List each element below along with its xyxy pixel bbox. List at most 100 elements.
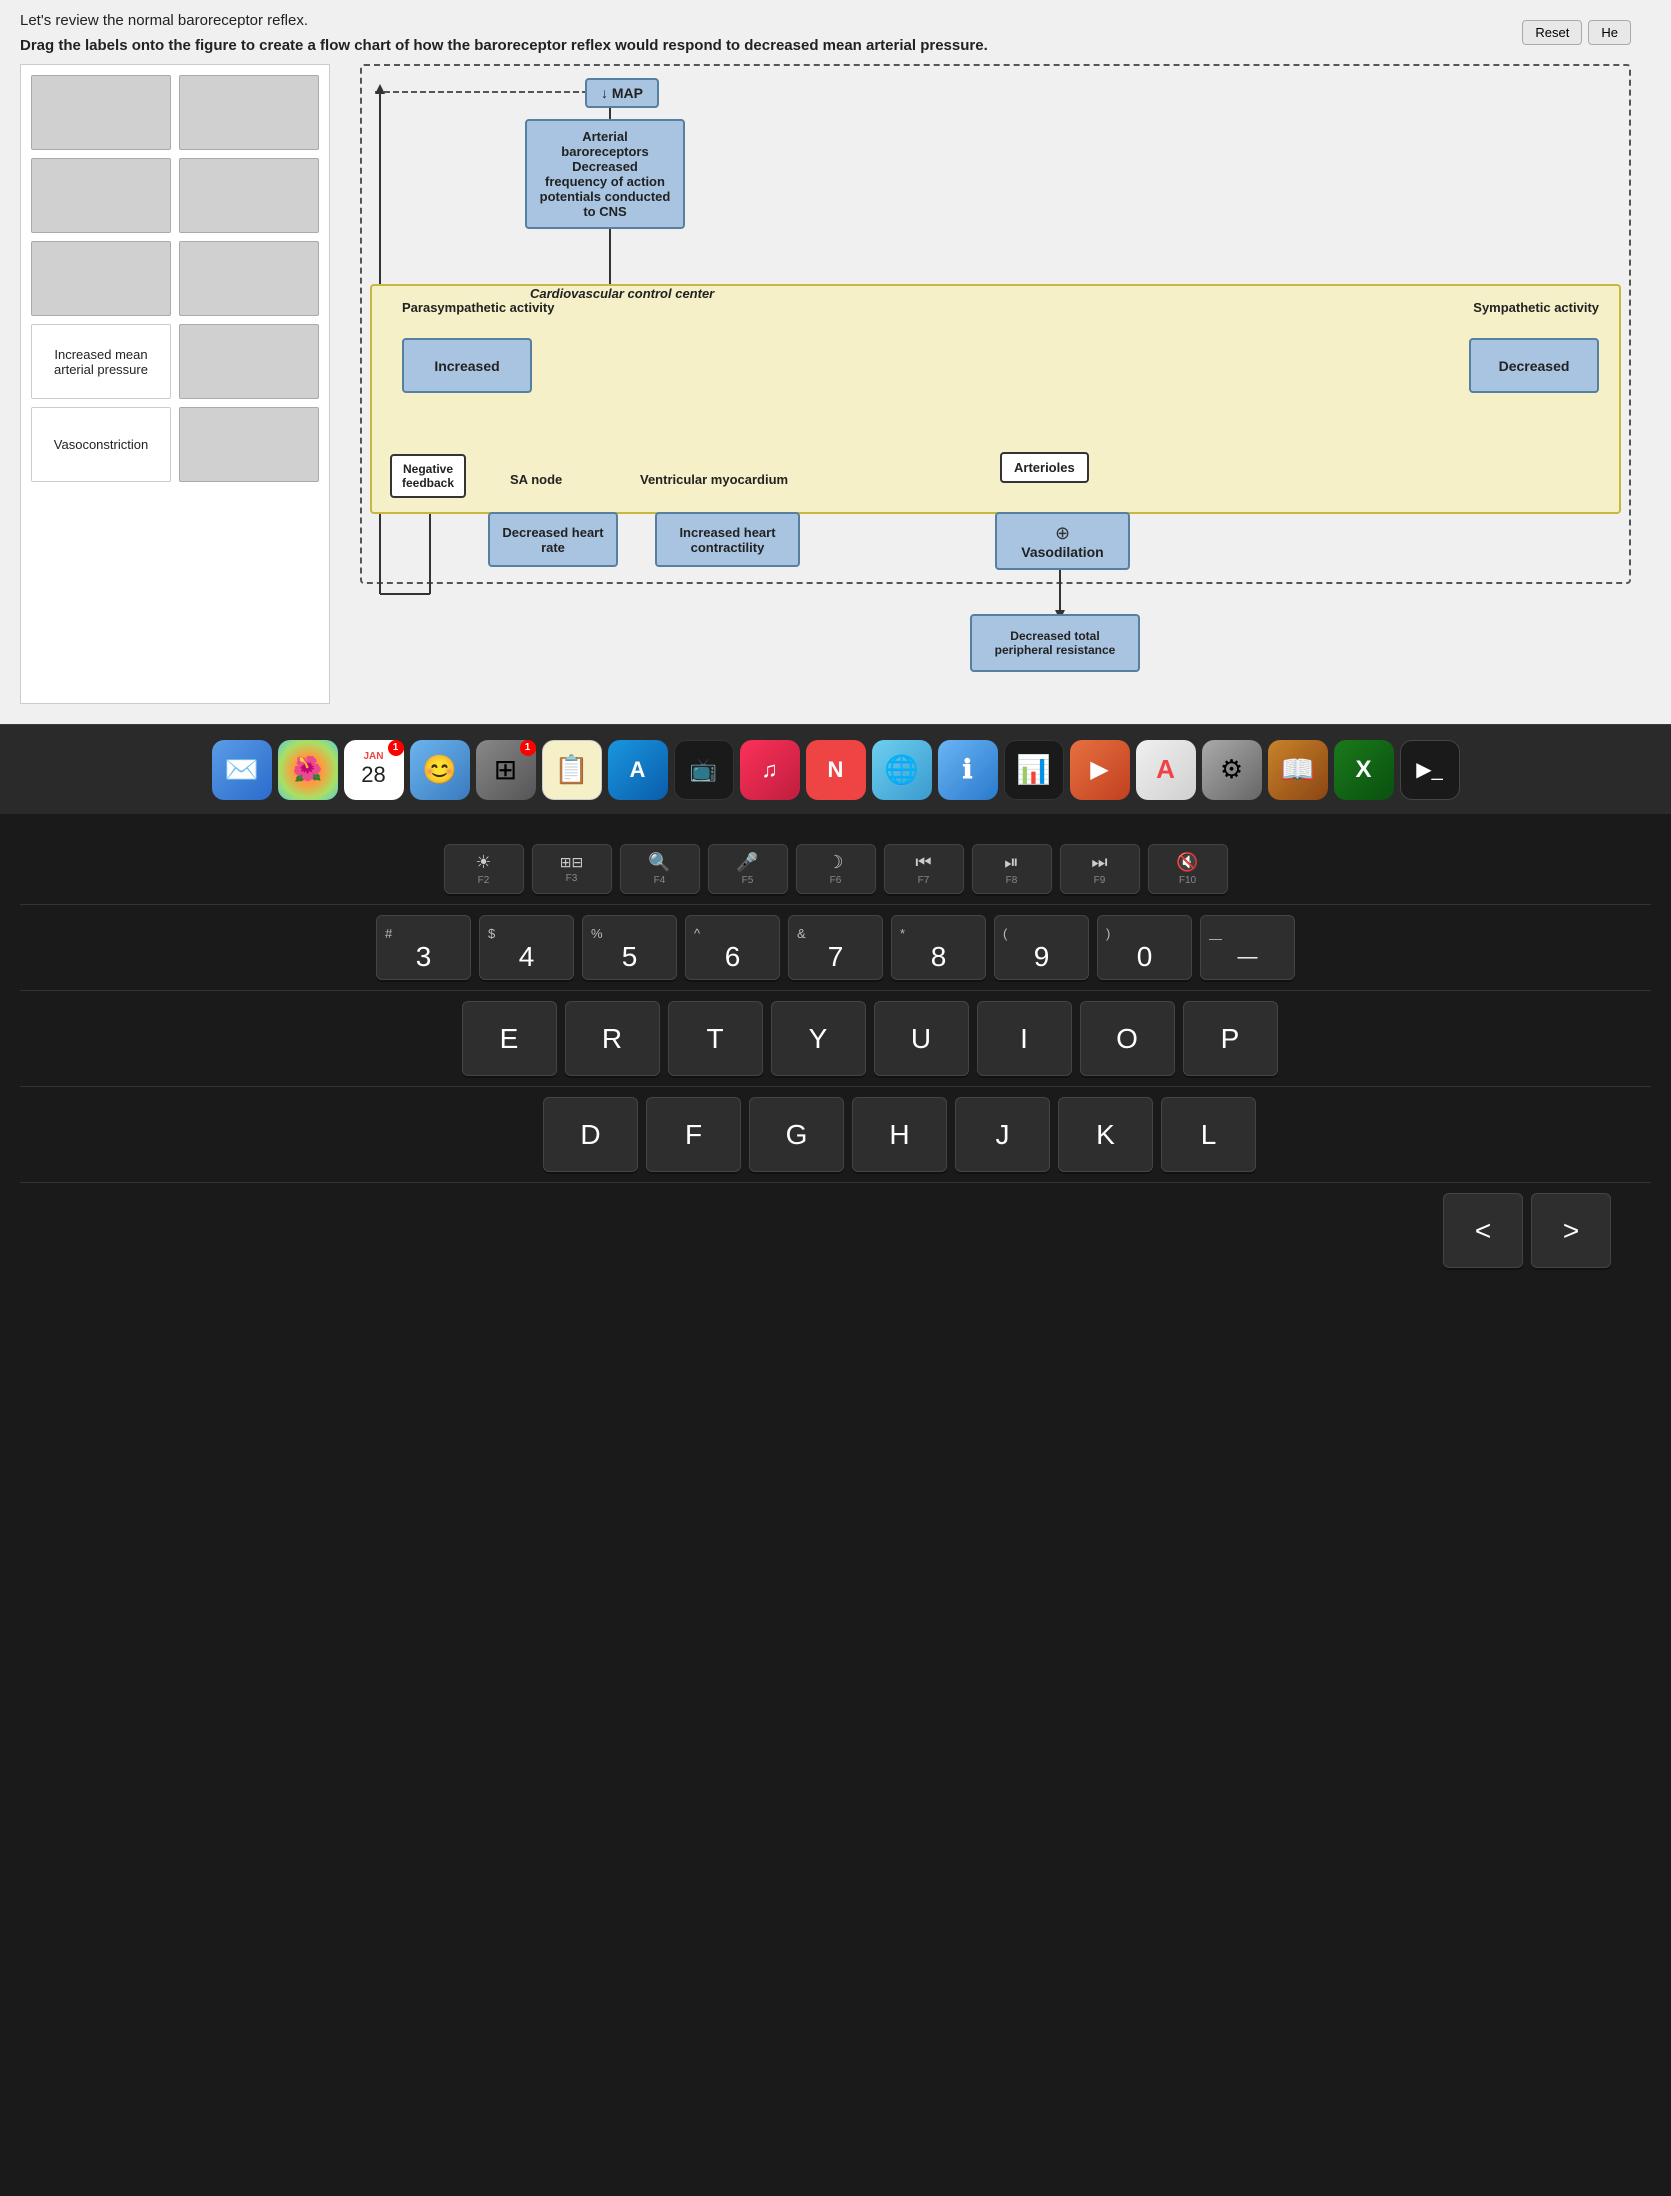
key-4[interactable]: $ 4	[479, 915, 574, 980]
dock-appstore[interactable]: A	[608, 740, 668, 800]
row2-spacer	[415, 1097, 535, 1172]
symp-decreased-box[interactable]: Decreased	[1469, 338, 1599, 393]
key-d[interactable]: D	[543, 1097, 638, 1172]
dec-tpr-text: Decreased total peripheral resistance	[995, 629, 1116, 657]
dock-finder[interactable]: 😊	[410, 740, 470, 800]
t-label: T	[706, 1023, 723, 1055]
key-5[interactable]: % 5	[582, 915, 677, 980]
label-cell-empty-10[interactable]	[179, 407, 319, 482]
dock-keynote[interactable]: ▶	[1070, 740, 1130, 800]
para-increased-box[interactable]: Increased	[402, 338, 532, 393]
key-o[interactable]: O	[1080, 1001, 1175, 1076]
label-cell-empty-6[interactable]	[179, 241, 319, 316]
f4-label: F4	[654, 875, 666, 886]
help-button[interactable]: He	[1588, 20, 1631, 45]
vasodilation-box[interactable]: ⊕ Vasodilation	[995, 512, 1130, 570]
label-cell-empty-2[interactable]	[179, 75, 319, 150]
dock-excel[interactable]: X	[1334, 740, 1394, 800]
dock-music[interactable]: ♫	[740, 740, 800, 800]
sympathetic-activity-label: Sympathetic activity	[1473, 300, 1599, 315]
row1-spacer	[394, 1001, 454, 1076]
keynote-icon: ▶	[1090, 755, 1108, 784]
dock-stocks[interactable]: 📊	[1004, 740, 1064, 800]
neg-feedback-text: Negative feedback	[402, 462, 454, 490]
key-f8[interactable]: ⏯ F8	[972, 844, 1052, 894]
key-p[interactable]: P	[1183, 1001, 1278, 1076]
dock-info[interactable]: ℹ	[938, 740, 998, 800]
inc-contract-box[interactable]: Increased heart contractility	[655, 512, 800, 567]
num-key-row: # 3 $ 4 % 5 ^ 6 & 7 * 8 ( 9 ) 0	[20, 915, 1651, 980]
key-f6[interactable]: ☽ F6	[796, 844, 876, 894]
key-t[interactable]: T	[668, 1001, 763, 1076]
key-f5[interactable]: 🎤 F5	[708, 844, 788, 894]
f10-symbol: 🔇	[1176, 852, 1198, 873]
key-8[interactable]: * 8	[891, 915, 986, 980]
dock-safari[interactable]: 🌐	[872, 740, 932, 800]
f6-symbol: ☽	[827, 852, 843, 873]
dock-appletv[interactable]: 📺	[674, 740, 734, 800]
key-lt[interactable]: <	[1443, 1193, 1523, 1268]
key-e[interactable]: E	[462, 1001, 557, 1076]
key-k[interactable]: K	[1058, 1097, 1153, 1172]
key-0[interactable]: ) 0	[1097, 915, 1192, 980]
k-label: K	[1096, 1119, 1115, 1151]
key-7[interactable]: & 7	[788, 915, 883, 980]
key-i[interactable]: I	[977, 1001, 1072, 1076]
key-g[interactable]: G	[749, 1097, 844, 1172]
key-f7[interactable]: ⏮ F7	[884, 844, 964, 894]
label-cell-empty-1[interactable]	[31, 75, 171, 150]
key-f10[interactable]: 🔇 F10	[1148, 844, 1228, 894]
key-gt[interactable]: >	[1531, 1193, 1611, 1268]
key6-top: ^	[686, 922, 779, 941]
map-box: ↓ MAP	[585, 78, 659, 108]
key-dash[interactable]: — —	[1200, 915, 1295, 980]
label-cell-empty-4[interactable]	[179, 158, 319, 233]
key-f3[interactable]: ⊞⊟ F3	[532, 844, 612, 894]
dock: ✉️ 🌺 1 JAN 28 😊 1 ⊞ 📋 A 📺 ♫ N 🌐 ℹ	[0, 724, 1671, 814]
dec-tpr-box[interactable]: Decreased total peripheral resistance	[970, 614, 1140, 672]
dock-news[interactable]: N	[806, 740, 866, 800]
increased-map-label[interactable]: Increased mean arterial pressure	[31, 324, 171, 399]
key-6[interactable]: ^ 6	[685, 915, 780, 980]
key8-top: *	[892, 922, 985, 941]
f8-label: F8	[1006, 875, 1018, 886]
launchpad-icon: ⊞	[494, 753, 517, 786]
dock-mail[interactable]: ✉️	[212, 740, 272, 800]
dock-calendar[interactable]: 1 JAN 28	[344, 740, 404, 800]
dock-launchpad[interactable]: 1 ⊞	[476, 740, 536, 800]
gt-label: >	[1563, 1215, 1579, 1247]
key-j[interactable]: J	[955, 1097, 1050, 1172]
key7-main: 7	[828, 941, 844, 973]
key-h[interactable]: H	[852, 1097, 947, 1172]
label-cell-empty-8[interactable]	[179, 324, 319, 399]
dock-texteditor[interactable]: A	[1136, 740, 1196, 800]
reset-button[interactable]: Reset	[1522, 20, 1582, 45]
dock-books[interactable]: 📖	[1268, 740, 1328, 800]
dec-hr-box[interactable]: Decreased heart rate	[488, 512, 618, 567]
label-cell-empty-3[interactable]	[31, 158, 171, 233]
vasoconstriction-label[interactable]: Vasoconstriction	[31, 407, 171, 482]
key-y[interactable]: Y	[771, 1001, 866, 1076]
dock-terminal[interactable]: ▶_	[1400, 740, 1460, 800]
key-9[interactable]: ( 9	[994, 915, 1089, 980]
key-3[interactable]: # 3	[376, 915, 471, 980]
key-u[interactable]: U	[874, 1001, 969, 1076]
finder-icon: 😊	[422, 753, 457, 786]
key-r[interactable]: R	[565, 1001, 660, 1076]
key-f2[interactable]: ☀ F2	[444, 844, 524, 894]
label-grid: Increased mean arterial pressure Vasocon…	[31, 75, 319, 482]
key-f4[interactable]: 🔍 F4	[620, 844, 700, 894]
key3-main: 3	[416, 941, 432, 973]
key-l[interactable]: L	[1161, 1097, 1256, 1172]
f9-symbol: ⏭	[1091, 852, 1107, 873]
dock-notes[interactable]: 📋	[542, 740, 602, 800]
label-cell-empty-5[interactable]	[31, 241, 171, 316]
arterial-text: Arterial baroreceptors Decreased frequen…	[540, 129, 671, 219]
key-f9[interactable]: ⏭ F9	[1060, 844, 1140, 894]
key-f[interactable]: F	[646, 1097, 741, 1172]
d-label: D	[580, 1119, 600, 1151]
letter-row1: E R T Y U I O P	[20, 1001, 1651, 1076]
stocks-icon: 📊	[1016, 753, 1051, 786]
dock-system-prefs[interactable]: ⚙	[1202, 740, 1262, 800]
dock-photos[interactable]: 🌺	[278, 740, 338, 800]
